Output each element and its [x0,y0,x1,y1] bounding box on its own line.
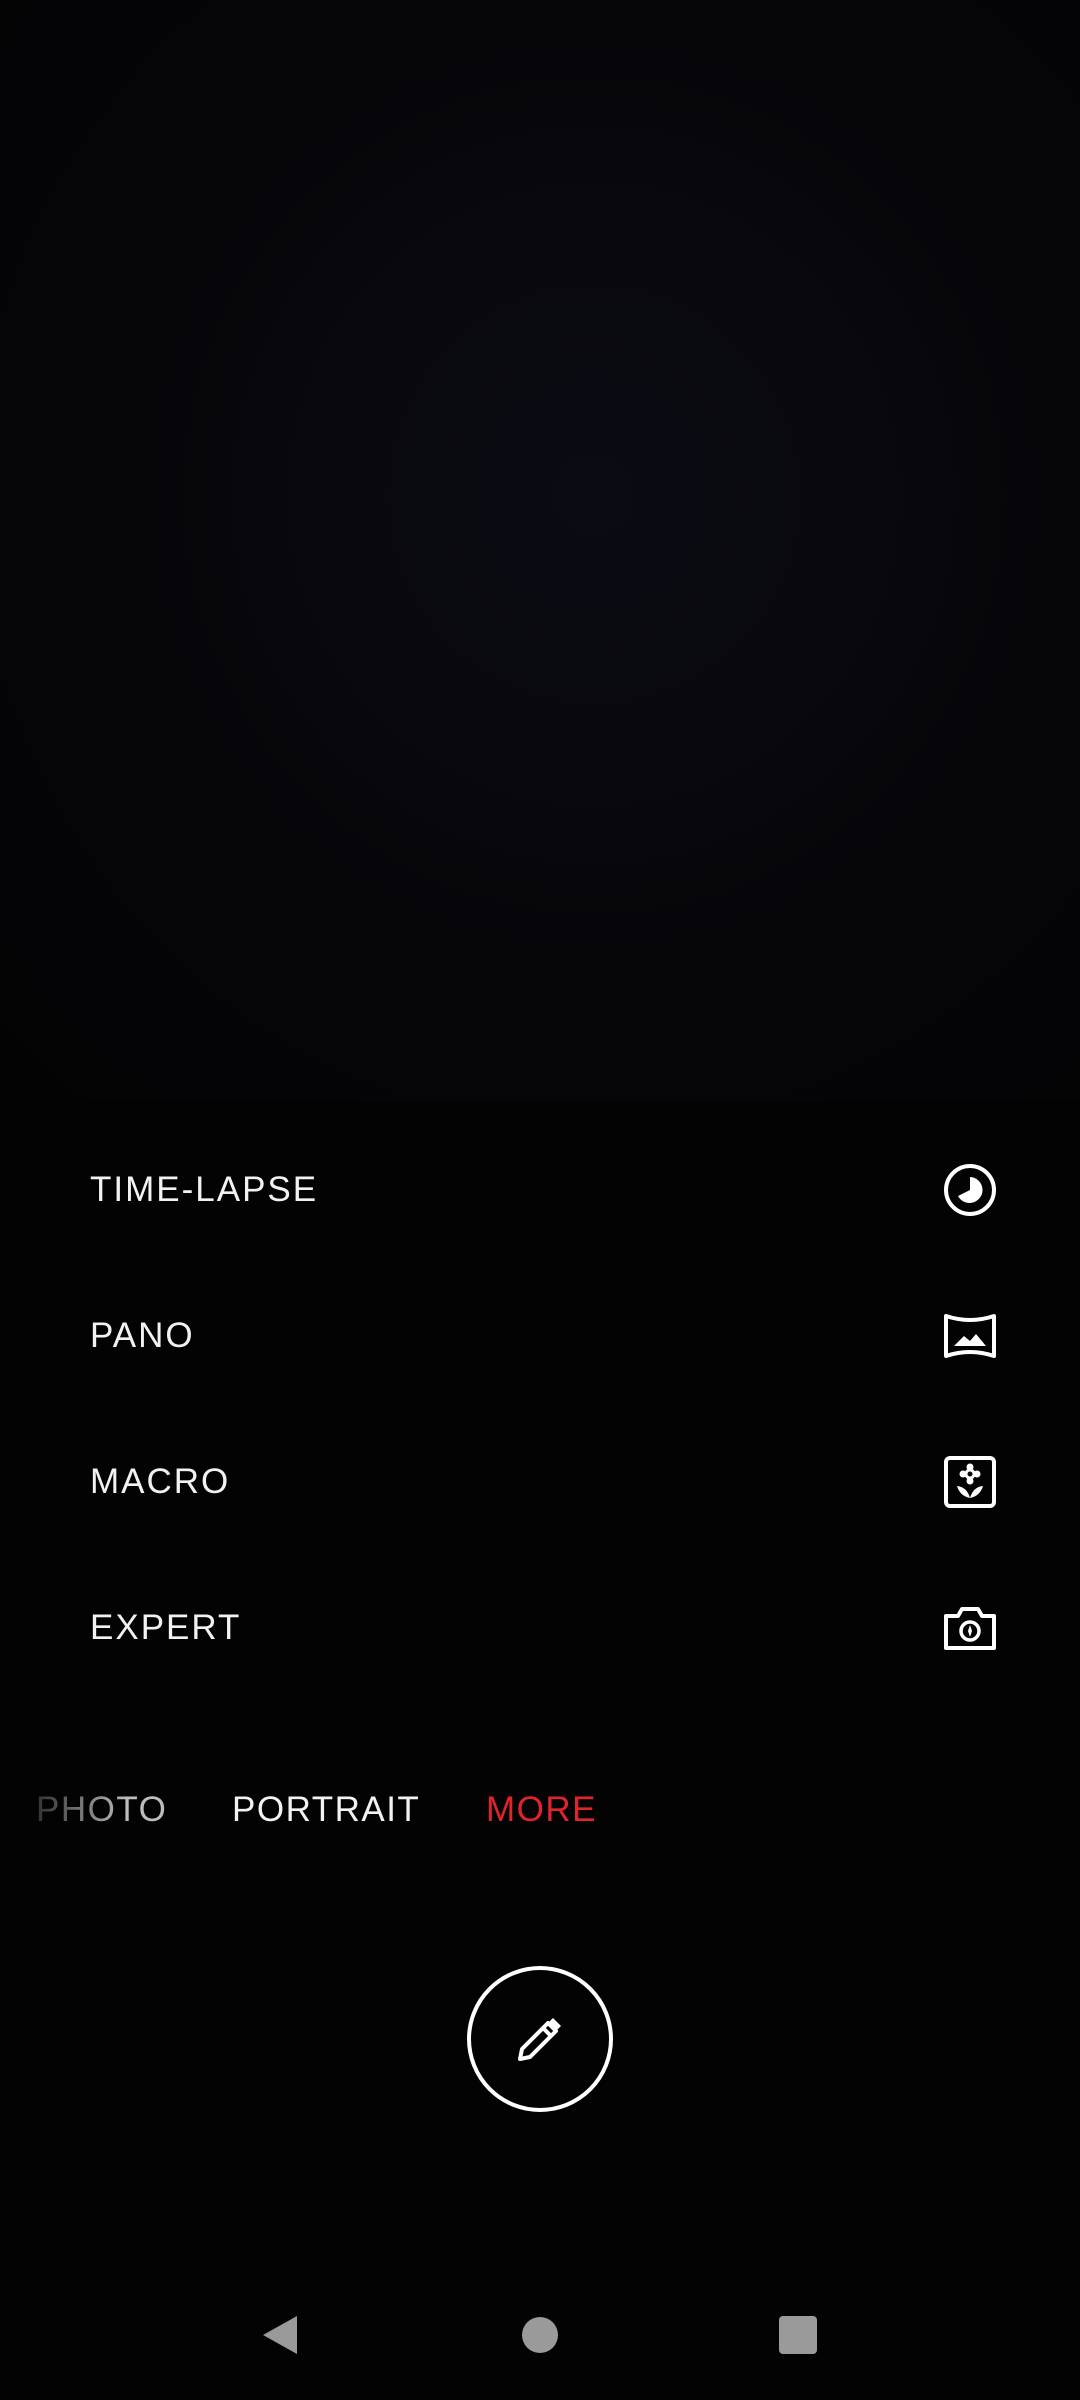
more-modes-list: TIME-LAPSE PANO MACRO EXPERT [0,1117,1080,1701]
recents-button[interactable] [763,2300,833,2370]
mode-item-macro[interactable]: MACRO [0,1409,1080,1555]
home-button[interactable] [505,2300,575,2370]
pencil-edit-icon [518,2018,561,2061]
expert-camera-icon [942,1600,998,1656]
mode-label: TIME-LAPSE [90,1170,319,1209]
back-button[interactable] [245,2300,315,2370]
home-circle-icon [522,2317,558,2353]
camera-screen: TIME-LAPSE PANO MACRO EXPERT PHOTO PORTR… [0,0,1080,2400]
mode-tab-portrait[interactable]: PORTRAIT [232,1790,420,1830]
camera-viewfinder[interactable] [0,0,1080,1100]
mode-item-pano[interactable]: PANO [0,1263,1080,1409]
time-lapse-icon [942,1162,998,1218]
camera-mode-strip: PHOTO PORTRAIT MORE [0,1790,1080,1850]
edit-modes-button[interactable] [467,1966,613,2112]
back-triangle-icon [263,2316,297,2354]
mode-label: MACRO [90,1462,231,1501]
recents-square-icon [779,2316,817,2354]
mode-item-expert[interactable]: EXPERT [0,1555,1080,1701]
mode-tab-more[interactable]: MORE [486,1790,597,1830]
macro-flower-icon [942,1454,998,1510]
mode-label: EXPERT [90,1608,242,1647]
mode-tab-photo[interactable]: PHOTO [36,1790,167,1830]
mode-item-time-lapse[interactable]: TIME-LAPSE [0,1117,1080,1263]
mode-label: PANO [90,1316,195,1355]
panorama-icon [942,1308,998,1364]
system-navigation-bar [0,2280,1080,2390]
